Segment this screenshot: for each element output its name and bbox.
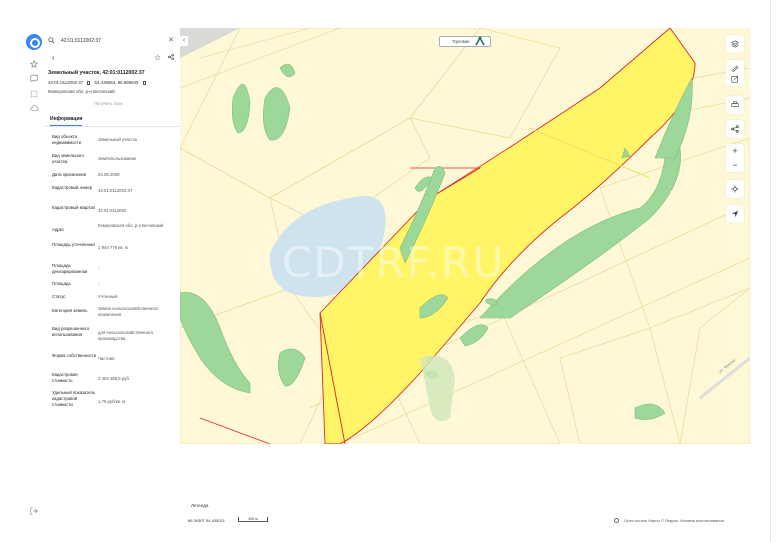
map-view[interactable]: ул. Фрунзе CDTRF.RU xyxy=(180,28,750,444)
info-value: 42:01:0112002:37 xyxy=(98,188,133,193)
info-label: Дата присвоения xyxy=(52,172,87,177)
cursor-coords: 86.3930Т 54.435021 xyxy=(188,518,225,523)
info-value: Земельный участок xyxy=(98,137,138,142)
info-label: Вид земельного участка xyxy=(52,153,84,164)
page-edge xyxy=(770,0,771,542)
map-canvas: ул. Фрунзе xyxy=(180,28,750,444)
star-icon[interactable]: ☆ xyxy=(154,54,161,62)
search-icon xyxy=(48,37,55,45)
legend-button[interactable]: Легенда xyxy=(186,500,224,512)
watermark: CDTRF.RU xyxy=(282,238,506,287)
logo-icon[interactable] xyxy=(26,34,42,50)
info-label: Форма собственности xyxy=(52,353,96,358)
info-value: 1 944 776 кв. м xyxy=(98,245,128,250)
info-panel: 42:01:0112002:37 ✕ ‹ ☆ Земельный участок… xyxy=(44,28,180,458)
login-icon[interactable] xyxy=(30,507,40,517)
left-rail xyxy=(22,28,46,528)
info-value: Учтенный xyxy=(98,294,118,299)
layers-toggle-icon[interactable] xyxy=(726,35,744,53)
info-value: 42:01:0112002 xyxy=(98,208,127,213)
zoom-out-icon[interactable]: − xyxy=(726,158,744,172)
info-value: - xyxy=(98,266,100,271)
edit-icon[interactable] xyxy=(726,72,744,86)
collapse-panel-button[interactable]: ‹ xyxy=(180,36,188,46)
info-value: Частная xyxy=(98,356,115,361)
scale-bar: 200 м xyxy=(238,517,268,522)
compass-icon[interactable] xyxy=(726,205,744,223)
close-icon[interactable]: ✕ xyxy=(168,36,174,44)
share-route-icon[interactable] xyxy=(726,120,744,138)
cloud-icon[interactable] xyxy=(26,100,42,116)
info-value: 1,75 руб/кв. м xyxy=(98,399,126,404)
info-value: для сельскохозяйственного производства xyxy=(98,330,153,341)
tab-info[interactable]: Информация xyxy=(50,116,82,122)
zoom-in-icon[interactable]: + xyxy=(726,144,744,158)
info-label: Адрес xyxy=(52,227,65,232)
info-icon[interactable] xyxy=(614,518,619,524)
info-label: Площадь декларированная xyxy=(52,263,88,274)
search-input[interactable]: 42:01:0112002:37 xyxy=(61,38,101,44)
parcel-number: 42:01:0112002:37 xyxy=(48,80,84,85)
info-value: 3 403 358,5 руб. xyxy=(98,376,131,381)
info-label: Кадастровая стоимость xyxy=(52,372,78,383)
parcel-title: Земельный участок, 42:01:0112002:37 xyxy=(48,70,145,76)
parcel-region: Кемеровская обл, р-н Беловский xyxy=(48,89,115,94)
info-label: Категория земель xyxy=(52,308,88,313)
info-value: Земли сельскохозяйственного назначения xyxy=(98,306,159,317)
card-toolbar: ‹ ☆ xyxy=(48,54,176,64)
info-label: Кадастровый квартал xyxy=(52,205,96,210)
copy-coords-icon[interactable] xyxy=(142,80,146,85)
info-label: Площадь xyxy=(52,281,71,286)
map-icon[interactable] xyxy=(26,70,42,86)
search-bar[interactable]: 42:01:0112002:37 ✕ xyxy=(48,35,176,47)
info-value: 04.08.2009 xyxy=(98,172,120,177)
locate-icon[interactable] xyxy=(726,180,744,198)
attribution-text[interactable]: Open-source Карты © Яндекс Условия испол… xyxy=(624,518,724,523)
parcel-coords: 54.435854, 86.899949 xyxy=(94,80,139,85)
copy-number-icon[interactable] xyxy=(87,80,91,85)
info-label: Кадастровый номер xyxy=(52,185,93,190)
get-plan-button[interactable]: Получить план xyxy=(94,101,123,106)
info-label: Вид разрешенного использования xyxy=(52,326,90,337)
app-frame: 42:01:0112002:37 ✕ ‹ ☆ Земельный участок… xyxy=(0,0,776,542)
info-value: Кемеровская обл, р-н Беловский xyxy=(98,223,164,228)
parcel-meta: 42:01:0112002:37 54.435854, 86.899949 xyxy=(48,80,146,85)
share-icon[interactable] xyxy=(168,54,174,63)
tab-divider xyxy=(44,126,180,127)
info-value: Землепользование xyxy=(98,156,137,161)
back-arrow-icon[interactable]: ‹ xyxy=(52,54,55,62)
pin-icon xyxy=(474,34,486,46)
attribution: Open-source Карты © Яндекс Условия испол… xyxy=(614,518,724,524)
info-label: Удельный показатель кадастровой стоимост… xyxy=(52,390,96,407)
print-icon[interactable] xyxy=(726,96,744,114)
info-label: Статус xyxy=(52,294,66,299)
info-label: Вид объекта недвижимости xyxy=(52,134,81,145)
info-label: Площадь уточненная xyxy=(52,242,95,247)
info-value: - xyxy=(98,281,100,286)
